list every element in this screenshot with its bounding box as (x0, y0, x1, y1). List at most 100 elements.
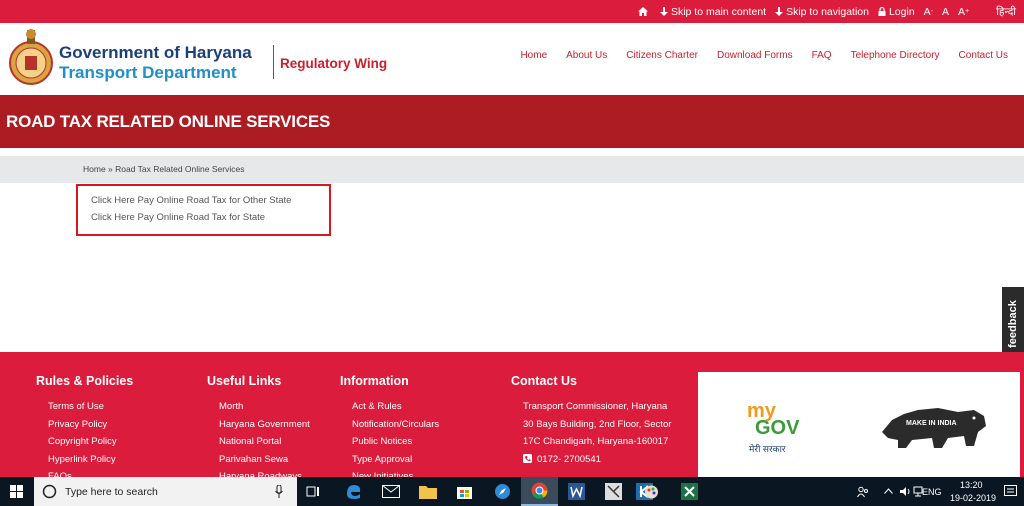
taskbar-search-box[interactable]: Type here to search (34, 477, 297, 506)
search-circle-icon (42, 484, 57, 499)
feedback-label: feedback (1007, 299, 1020, 348)
home-icon (637, 7, 648, 16)
utility-links: Skip to main content Skip to navigation … (637, 0, 1024, 23)
mygov-logo[interactable]: my GOV मेरी सरकार (745, 400, 815, 455)
word-icon[interactable] (568, 483, 585, 500)
compass-app-icon[interactable] (494, 483, 511, 500)
regulatory-wing-label: Regulatory Wing (280, 56, 388, 71)
font-normal-button[interactable]: A (942, 6, 949, 18)
pay-other-state-link[interactable]: Click Here Pay Online Road Tax for Other… (91, 195, 291, 206)
skip-nav-label: Skip to navigation (786, 5, 869, 18)
clock-date[interactable]: 19-02-2019 (950, 493, 996, 503)
footer-rules-heading: Rules & Policies (36, 374, 134, 388)
main-nav: Home About Us Citizens Charter Download … (501, 50, 1008, 61)
footer-link[interactable]: Type Approval (352, 454, 439, 472)
edge-browser-icon[interactable] (345, 483, 362, 500)
mygov-tagline: मेरी सरकार (749, 444, 786, 454)
footer-link[interactable]: Morth (219, 401, 310, 419)
excel-icon[interactable] (681, 483, 698, 500)
nav-telephone-directory[interactable]: Telephone Directory (851, 50, 940, 61)
task-view-icon[interactable] (306, 485, 320, 498)
footer-useful-heading: Useful Links (207, 374, 282, 388)
home-link[interactable] (637, 7, 651, 16)
page-banner: ROAD TAX RELATED ONLINE SERVICES (0, 95, 1024, 148)
taskbar-search-placeholder: Type here to search (65, 486, 158, 498)
footer-link[interactable]: Public Notices (352, 436, 439, 454)
footer-link[interactable]: Hyperlink Policy (48, 454, 133, 472)
footer-contact-heading: Contact Us (511, 374, 577, 388)
partner-logos-panel: my GOV मेरी सरकार MAKE IN INDIA (698, 372, 1020, 477)
site-title-line1[interactable]: Government of Haryana (59, 43, 252, 63)
breadcrumb-bar: Home » Road Tax Related Online Services (0, 156, 1024, 183)
language-indicator[interactable]: ENG (922, 487, 942, 497)
paint-icon[interactable] (643, 483, 660, 500)
footer-link[interactable]: Haryana Government (219, 419, 310, 437)
footer-info-column: Information Act & Rules Notification/Cir… (340, 374, 439, 489)
nav-citizens-charter[interactable]: Citizens Charter (626, 50, 698, 61)
nav-about-us[interactable]: About Us (566, 50, 607, 61)
nav-faq[interactable]: FAQ (812, 50, 832, 61)
speaker-icon[interactable] (900, 486, 912, 497)
make-in-india-logo[interactable]: MAKE IN INDIA (878, 402, 990, 452)
breadcrumb-separator: » (105, 164, 116, 174)
skip-nav-link[interactable]: Skip to navigation (775, 6, 869, 18)
font-decrease-button[interactable]: A- (924, 6, 933, 18)
chevron-up-icon[interactable] (884, 488, 893, 494)
footer-useful-column: Useful Links Morth Haryana Government Na… (207, 374, 310, 489)
pay-state-link[interactable]: Click Here Pay Online Road Tax for State (91, 212, 265, 223)
people-icon[interactable] (857, 486, 869, 498)
contact-line: 17C Chandigarh, Haryana-160017 (523, 436, 669, 447)
phone-icon (523, 453, 532, 463)
language-toggle[interactable]: हिन्दी (996, 5, 1016, 19)
breadcrumb-current: Road Tax Related Online Services (115, 164, 245, 174)
footer-link[interactable]: National Portal (219, 436, 310, 454)
make-in-india-text: MAKE IN INDIA (906, 420, 957, 427)
contact-phone-text: 0172- 2700541 (537, 453, 601, 465)
arrow-down-icon (659, 7, 668, 16)
font-normal-label: A (942, 5, 950, 18)
contact-line: 30 Bays Building, 2nd Floor, Sector (523, 418, 672, 430)
page-title: ROAD TAX RELATED ONLINE SERVICES (6, 112, 331, 131)
clock-time[interactable]: 13:20 (960, 480, 983, 490)
chrome-taskbar-button[interactable] (521, 477, 558, 506)
footer-link[interactable]: Privacy Policy (48, 419, 133, 437)
contact-phone: 0172- 2700541 (523, 453, 671, 472)
font-small-label: A (923, 5, 931, 18)
brand-divider (273, 45, 274, 79)
lion-icon (882, 408, 986, 448)
site-footer: Rules & Policies Terms of Use Privacy Po… (0, 352, 1024, 482)
nav-download-forms[interactable]: Download Forms (717, 50, 793, 61)
notification-icon[interactable] (1004, 485, 1017, 498)
contact-line: Transport Commissioner, Haryana (523, 401, 668, 412)
haryana-emblem-icon[interactable] (8, 26, 54, 88)
arrow-down-icon (775, 7, 784, 16)
login-link[interactable]: Login (878, 6, 915, 18)
skip-main-link[interactable]: Skip to main content (659, 5, 767, 18)
feedback-tab[interactable]: feedback (1002, 287, 1024, 360)
site-title-line2[interactable]: Transport Department (59, 63, 237, 83)
footer-contact-column: Contact Us Transport Commissioner, Harya… (511, 374, 671, 471)
file-explorer-icon[interactable] (419, 484, 437, 499)
font-large-label: A (958, 5, 966, 18)
footer-link[interactable]: Notification/Circulars (352, 419, 439, 437)
font-large-sup: + (965, 8, 970, 15)
chrome-icon (531, 482, 548, 499)
nav-contact-us[interactable]: Contact Us (959, 50, 1008, 61)
font-increase-button[interactable]: A + (958, 6, 969, 18)
login-label: Login (888, 5, 915, 18)
breadcrumb: Home » Road Tax Related Online Services (83, 164, 244, 174)
footer-link[interactable]: Parivahan Sewa (219, 454, 310, 472)
footer-link[interactable]: Copyright Policy (48, 436, 133, 454)
photo-app-icon[interactable] (605, 483, 622, 500)
mygov-gov: GOV (755, 417, 800, 439)
breadcrumb-home[interactable]: Home (83, 164, 106, 174)
mail-icon[interactable] (382, 485, 400, 498)
microphone-icon[interactable] (275, 485, 283, 498)
font-small-sup: - (930, 8, 934, 15)
store-icon[interactable] (456, 483, 473, 500)
nav-home[interactable]: Home (520, 50, 547, 61)
footer-link[interactable]: Act & Rules (352, 401, 439, 419)
skip-main-label: Skip to main content (670, 5, 767, 18)
footer-link[interactable]: Terms of Use (48, 401, 133, 419)
windows-start-icon[interactable] (10, 485, 23, 498)
